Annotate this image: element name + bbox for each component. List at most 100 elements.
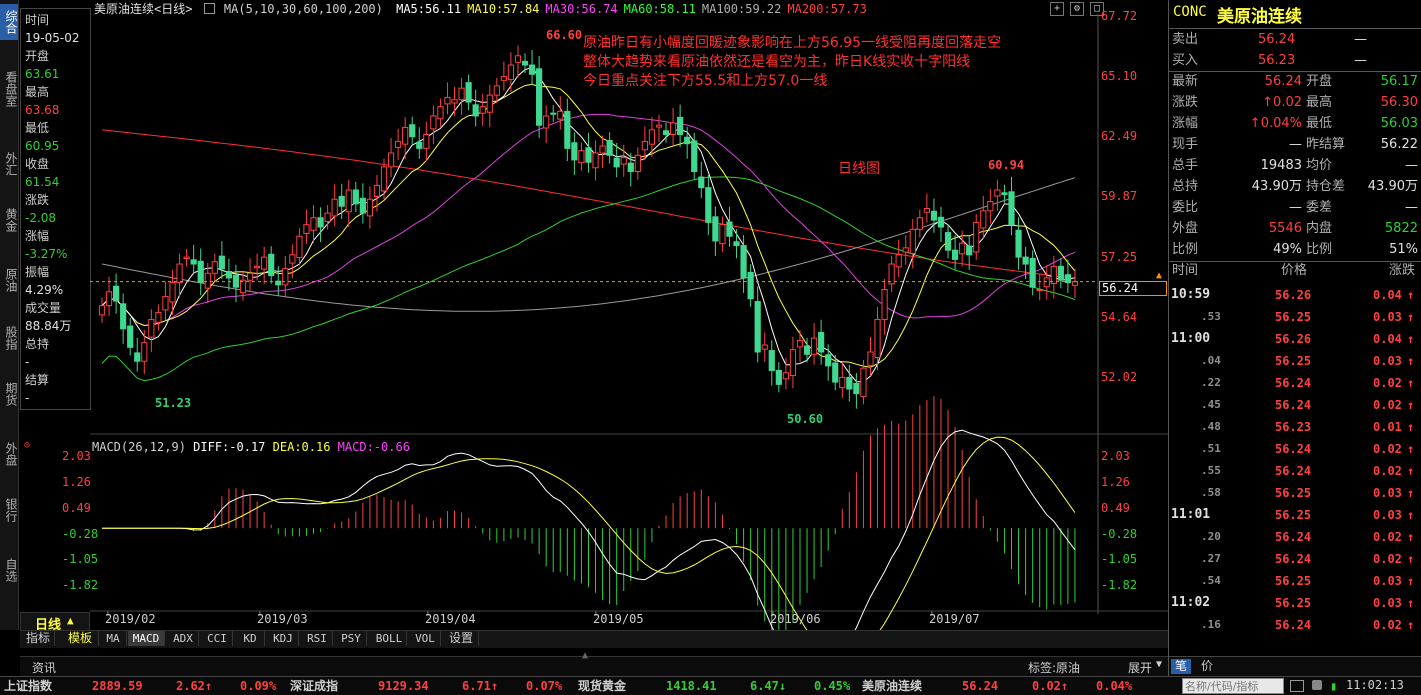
indicator-tab-模板[interactable]: 模板 [62, 631, 99, 646]
quote-label: 涨幅 [1172, 116, 1199, 131]
macd-indicator-icon[interactable]: ⊙ [24, 440, 30, 451]
candle-body [839, 376, 846, 389]
status-bar: 上证指数 2889.59 2.62↑ 0.09% 深证成指 9129.34 6.71↑ 0.0… [0, 676, 1421, 695]
lock-icon[interactable] [1312, 680, 1322, 690]
indicator-tab-ma[interactable]: MA [100, 631, 127, 646]
left-tab-1[interactable]: 看盘室 [0, 66, 18, 112]
up-arrow-icon: ↑ [1407, 420, 1415, 434]
quote-value: ↑0.04% [1249, 116, 1302, 131]
candle-body [225, 270, 233, 279]
trade-row: .20 56.24 0.02 ↑ [1169, 526, 1421, 548]
price-tick-label: 57.25 [1101, 250, 1138, 264]
ma100-line [101, 177, 1076, 312]
message-icon[interactable] [1290, 680, 1304, 692]
indicator-tab-boll[interactable]: BOLL [372, 631, 407, 646]
candle-body [578, 150, 585, 164]
left-tab-bar: 综合看盘室外汇黄金原油股指期货外盘银行自选 [0, 0, 19, 630]
news-tab[interactable]: 资讯 [32, 659, 56, 676]
trade-change: 0.02 [1373, 376, 1402, 390]
left-tab-6[interactable]: 期货 [0, 376, 18, 412]
indicator-tab-vol[interactable]: VOL [410, 631, 441, 646]
candle-body [1022, 256, 1029, 265]
candle-body [402, 127, 409, 145]
quote-row: 总持 43.90万 持仓差 43.90万 [1172, 176, 1421, 197]
news-collapse-icon[interactable]: ▲ [582, 650, 588, 661]
indicator-tab-指标[interactable]: 指标 [22, 631, 55, 646]
left-tab-9[interactable]: 自选 [0, 552, 18, 588]
indicator-tab-cci[interactable]: CCI [202, 631, 233, 646]
candle-body [775, 369, 782, 385]
macd-tick-label-left: 0.49 [62, 501, 91, 515]
candle-body [613, 157, 620, 168]
candle-body [973, 221, 980, 253]
trade-row: .45 56.24 0.02 ↑ [1169, 394, 1421, 416]
expand-icon[interactable]: ▼ [1156, 659, 1162, 670]
candle-body [994, 189, 1001, 197]
indicator-tab-设置[interactable]: 设置 [444, 631, 479, 646]
candle-body [317, 217, 324, 228]
left-tab-8[interactable]: 银行 [0, 492, 18, 528]
status-name[interactable]: 现货黄金 [578, 677, 626, 695]
candle-body [719, 224, 726, 245]
candle-body [345, 189, 352, 213]
quote-label: 涨跌 [1172, 95, 1199, 110]
trade-price: 56.24 [1275, 376, 1312, 390]
info-value-4: 61.54 [25, 175, 60, 189]
indicator-tab-adx[interactable]: ADX [168, 631, 199, 646]
candle-body [514, 55, 522, 63]
left-tab-0[interactable]: 综合 [0, 4, 18, 40]
candle-body [980, 210, 987, 229]
trade-change: 0.02 [1373, 442, 1402, 456]
macd-tick-label-right: 0.49 [1101, 501, 1130, 515]
status-pct: 0.45% [814, 679, 851, 693]
trade-change: 0.03 [1373, 596, 1402, 610]
ma-toggle-icon[interactable] [203, 3, 215, 14]
up-arrow-icon: ↑ [1407, 398, 1415, 412]
candlestick-chart[interactable] [90, 14, 1168, 630]
info-label-5: 涨跌 [25, 193, 50, 207]
period-selector[interactable]: 日线 ▲ [20, 612, 90, 633]
quote-code: CONC [1173, 4, 1207, 20]
macd-diff: DIFF:-0.17 [193, 440, 266, 454]
macd-title: MACD(26,12,9) [92, 440, 186, 454]
candle-body [641, 140, 648, 151]
quote-label: 最新 [1172, 74, 1199, 89]
indicator-tab-psy[interactable]: PSY [336, 631, 367, 646]
quote-value: — [1289, 137, 1302, 152]
candle-body [98, 305, 106, 316]
candle-body [937, 216, 945, 228]
indicator-tab-kdj[interactable]: KDJ [268, 631, 299, 646]
left-tab-2[interactable]: 外汇 [0, 146, 18, 182]
candle-body [218, 255, 225, 270]
macd-tick-label-right: -0.28 [1101, 527, 1138, 541]
candle-body [282, 268, 289, 286]
status-name[interactable]: 深证成指 [290, 677, 338, 695]
expand-button[interactable]: 展开 [1128, 659, 1152, 676]
left-tab-5[interactable]: 股指 [0, 320, 18, 356]
quote-label: 均价 [1306, 158, 1333, 173]
left-tab-4[interactable]: 原油 [0, 262, 18, 298]
indicator-tab-macd[interactable]: MACD [128, 631, 165, 646]
status-name[interactable]: 上证指数 [4, 677, 52, 695]
candle-body [698, 176, 705, 189]
left-tab-3[interactable]: 黄金 [0, 202, 18, 238]
search-input[interactable] [1182, 678, 1284, 694]
quote-row: 外盘 5546 内盘 5822 [1172, 218, 1421, 239]
quote-label: 比例 [1172, 242, 1199, 257]
indicator-tab-kd[interactable]: KD [236, 631, 265, 646]
left-tab-7[interactable]: 外盘 [0, 436, 18, 472]
analysis-annotation: 原油昨日有小幅度回暖迹象影响在上方56.95一线受阻再度回落走空 整体大趋势来看… [583, 34, 1001, 91]
status-name[interactable]: 美原油连续 [862, 677, 922, 695]
date-tick-label: 2019/06 [770, 612, 821, 626]
candle-body [825, 354, 832, 367]
candle-body [832, 362, 839, 383]
candle-body [818, 332, 825, 353]
trade-price: 56.25 [1275, 354, 1312, 368]
candle-body [268, 253, 275, 277]
trade-time: 11:01 [1171, 507, 1211, 522]
tab-tick[interactable]: 笔 [1171, 659, 1191, 674]
candle-body [669, 122, 677, 135]
trade-change: 0.04 [1373, 332, 1402, 346]
tab-price[interactable]: 价 [1201, 659, 1213, 674]
indicator-tab-rsi[interactable]: RSI [302, 631, 333, 646]
